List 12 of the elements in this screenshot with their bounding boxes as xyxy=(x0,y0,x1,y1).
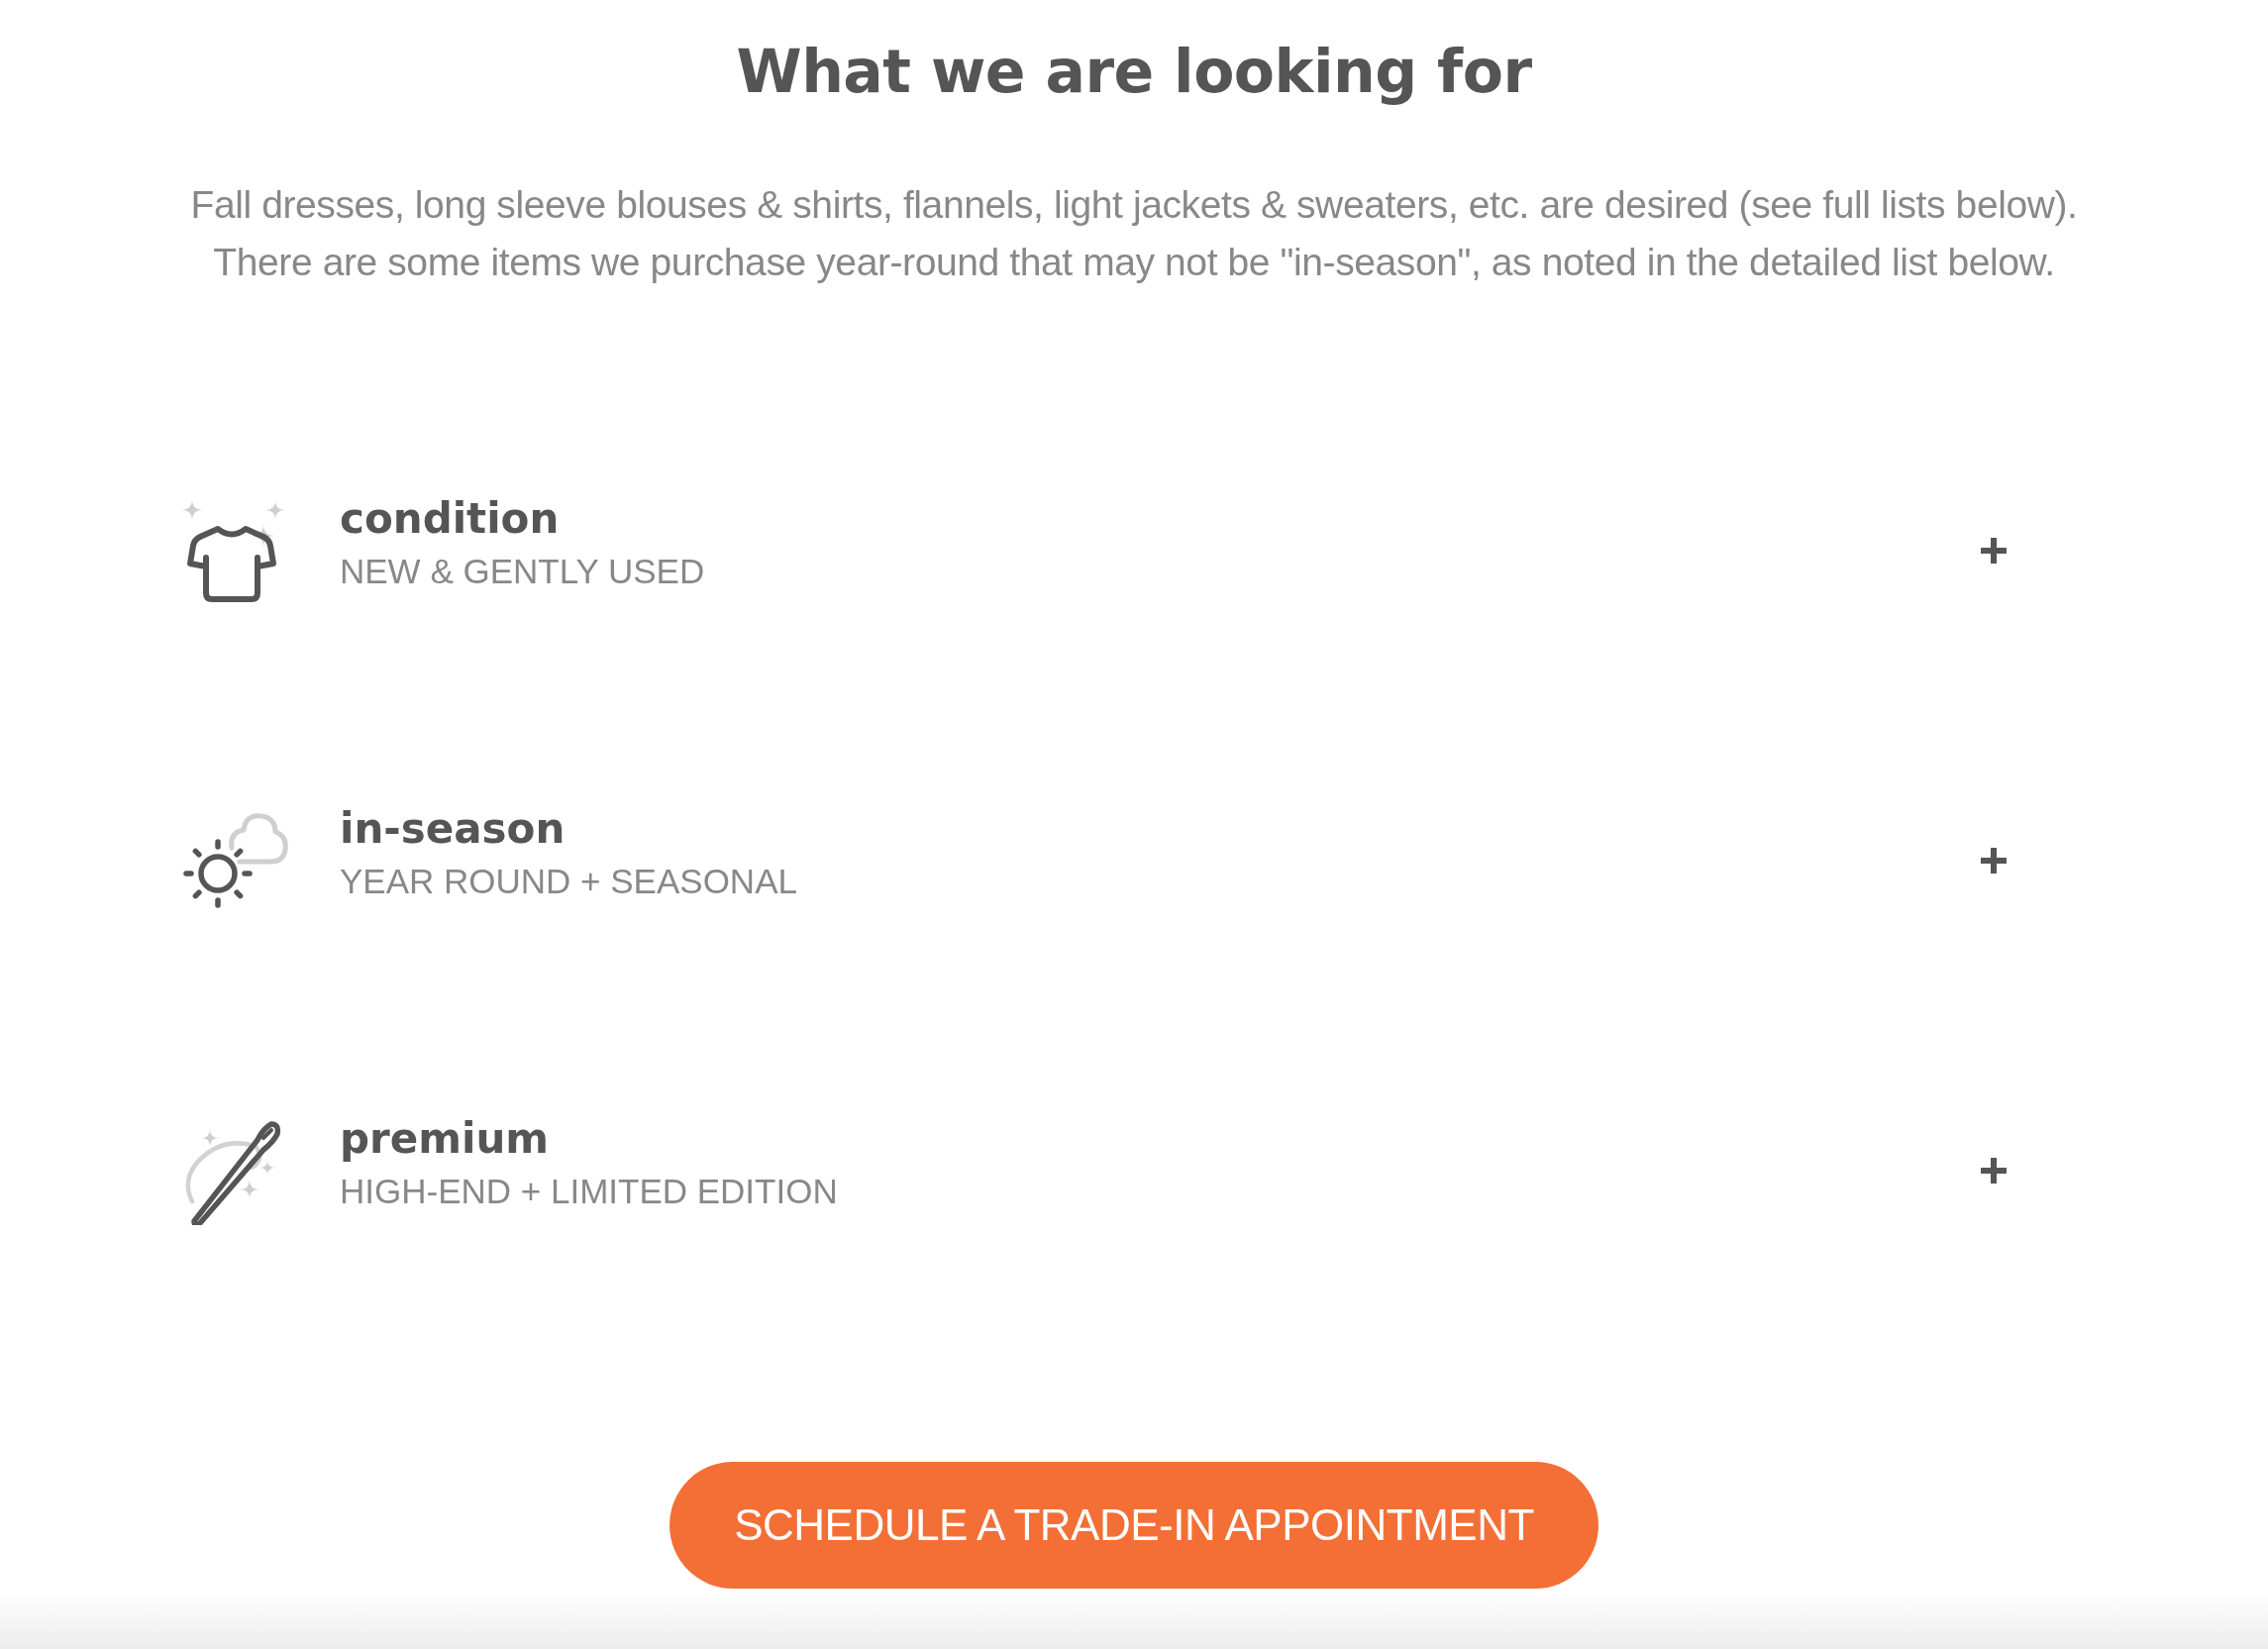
plus-icon[interactable] xyxy=(1981,537,2007,564)
criterion-subtitle: NEW & GENTLY USED xyxy=(340,550,705,592)
criterion-title: in-season xyxy=(340,803,566,854)
schedule-appointment-button[interactable]: SCHEDULE A TRADE-IN APPOINTMENT xyxy=(670,1462,1598,1589)
plus-icon[interactable] xyxy=(1981,847,2007,874)
criterion-title: premium xyxy=(340,1113,550,1164)
criterion-subtitle: YEAR ROUND + SEASONAL xyxy=(340,860,797,902)
page-heading: What we are looking for xyxy=(735,36,1533,108)
criterion-subtitle: HIGH-END + LIMITED EDITION xyxy=(340,1170,838,1212)
criterion-title: condition xyxy=(340,493,560,544)
intro-paragraph: Fall dresses, long sleeve blouses & shirts, flannels, light jackets & sweaters, etc. are desired (see full lists below). There are some items we purchase year-round that may not be "in-season", as noted in the detailed list below. xyxy=(190,182,2078,285)
plus-icon[interactable] xyxy=(1981,1157,2007,1184)
